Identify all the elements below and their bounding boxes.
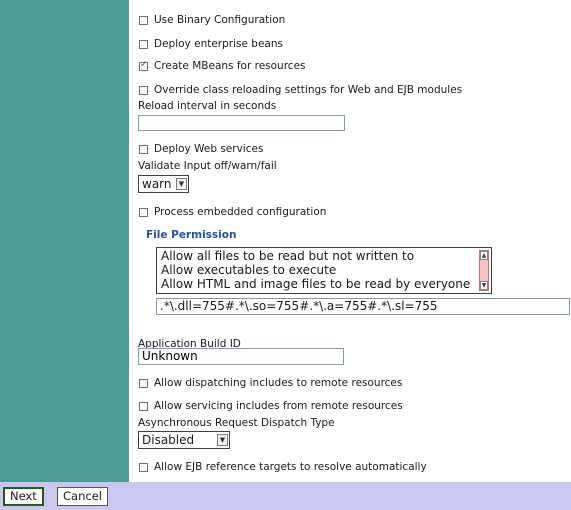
deploy-web-services-option[interactable]: Deploy Web services <box>139 143 263 155</box>
cancel-button[interactable]: Cancel <box>57 487 108 506</box>
allow-servicing-label: Allow servicing includes from remote res… <box>154 400 403 412</box>
deploy-web-services-label: Deploy Web services <box>154 143 264 155</box>
allow-servicing-checkbox[interactable] <box>139 401 148 411</box>
allow-dispatching-label: Allow dispatching includes to remote res… <box>154 377 403 389</box>
create-mbeans-label: Create MBeans for resources <box>154 60 306 72</box>
process-embedded-option[interactable]: Process embedded configuration <box>139 206 326 218</box>
create-mbeans-checkbox[interactable] <box>139 60 148 71</box>
list-item[interactable]: Allow all files to be read but not writt… <box>161 249 491 263</box>
async-dispatch-select[interactable]: Disabled ▼ <box>138 431 230 449</box>
use-binary-config-checkbox[interactable] <box>139 15 148 25</box>
override-reload-label: Override class reloading settings for We… <box>154 84 463 96</box>
process-embedded-checkbox[interactable] <box>139 207 148 217</box>
validate-input-label: Validate Input off/warn/fail <box>138 160 277 172</box>
allow-ejb-ref-option[interactable]: Allow EJB reference targets to resolve a… <box>139 461 427 473</box>
validate-input-value: warn <box>142 177 172 191</box>
deployment-options-panel: Use Binary Configuration Deploy enterpri… <box>129 0 571 482</box>
async-dispatch-value: Disabled <box>142 433 195 447</box>
use-binary-config-label: Use Binary Configuration <box>154 14 286 26</box>
file-permission-title: File Permission <box>146 229 237 241</box>
override-reload-option[interactable]: Override class reloading settings for We… <box>139 84 462 96</box>
allow-ejb-ref-label: Allow EJB reference targets to resolve a… <box>154 461 427 473</box>
build-id-input[interactable]: Unknown <box>138 348 344 365</box>
allow-servicing-option[interactable]: Allow servicing includes from remote res… <box>139 400 403 412</box>
process-embedded-label: Process embedded configuration <box>154 206 327 218</box>
next-button[interactable]: Next <box>3 487 44 506</box>
deploy-ejb-option[interactable]: Deploy enterprise beans <box>139 38 283 50</box>
reload-interval-input[interactable] <box>138 115 345 131</box>
deploy-ejb-label: Deploy enterprise beans <box>154 38 283 50</box>
create-mbeans-option[interactable]: Create MBeans for resources <box>139 60 306 72</box>
deploy-web-services-checkbox[interactable] <box>139 144 148 154</box>
chevron-down-icon[interactable]: ▼ <box>217 434 228 446</box>
list-item[interactable]: Allow HTML and image files to be read by… <box>161 277 491 291</box>
allow-dispatching-option[interactable]: Allow dispatching includes to remote res… <box>139 377 402 389</box>
file-permission-input[interactable]: .*\.dll=755#.*\.so=755#.*\.a=755#.*\.sl=… <box>156 298 570 315</box>
allow-ejb-ref-checkbox[interactable] <box>139 462 148 472</box>
scroll-up-icon[interactable]: ▲ <box>480 251 488 260</box>
list-item[interactable]: Allow executables to execute <box>161 263 491 277</box>
file-permission-list[interactable]: Allow all files to be read but not writt… <box>156 247 492 294</box>
list-scrollbar[interactable]: ▲ ▼ <box>479 250 489 291</box>
scroll-down-icon[interactable]: ▼ <box>480 281 488 290</box>
left-sidebar <box>0 0 129 482</box>
reload-interval-label: Reload interval in seconds <box>138 100 277 112</box>
validate-input-select[interactable]: warn ▼ <box>138 175 189 193</box>
deploy-ejb-checkbox[interactable] <box>139 39 148 49</box>
use-binary-config-option[interactable]: Use Binary Configuration <box>139 14 285 26</box>
allow-dispatching-checkbox[interactable] <box>139 378 148 388</box>
override-reload-checkbox[interactable] <box>139 85 148 95</box>
async-dispatch-label: Asynchronous Request Dispatch Type <box>138 417 335 429</box>
chevron-down-icon[interactable]: ▼ <box>176 178 187 190</box>
